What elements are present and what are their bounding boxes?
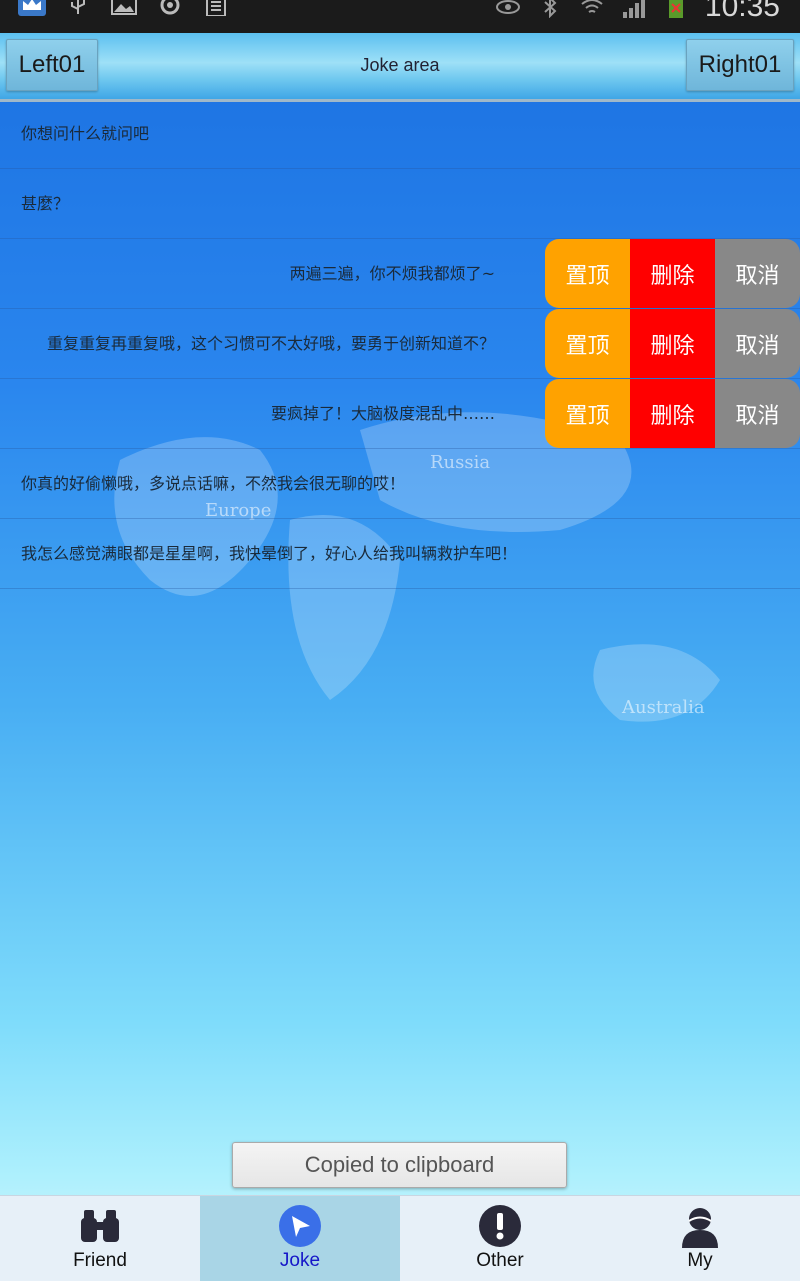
list-item-text: 重复重复再重复哦，这个习惯可不太好哦，要勇于创新知道不？ bbox=[46, 334, 495, 353]
clock: 10:35 bbox=[704, 0, 780, 23]
delete-button[interactable]: 删除 bbox=[630, 239, 715, 308]
settings-icon bbox=[160, 0, 180, 15]
tab-my[interactable]: My bbox=[600, 1196, 800, 1281]
list-item-text: 甚麼？ bbox=[21, 194, 70, 213]
usb-icon bbox=[71, 0, 85, 14]
tab-label: Other bbox=[476, 1250, 524, 1271]
delete-button[interactable]: 删除 bbox=[630, 379, 715, 448]
binoculars-icon bbox=[81, 1210, 119, 1242]
pin-button[interactable]: 置顶 bbox=[545, 239, 630, 308]
cancel-button[interactable]: 取消 bbox=[715, 239, 800, 308]
exclamation-icon bbox=[479, 1205, 521, 1247]
page-title: Joke area bbox=[360, 55, 440, 75]
list-item-swiped[interactable]: 两遍三遍，你不烦我都烦了~ 置顶 删除 取消 bbox=[0, 239, 800, 309]
signal-icon bbox=[623, 0, 645, 18]
battery-icon bbox=[669, 0, 683, 18]
list-item[interactable]: 我怎么感觉满眼都是星星啊，我快晕倒了，好心人给我叫辆救护车吧！ bbox=[0, 519, 800, 589]
cancel-button[interactable]: 取消 bbox=[715, 309, 800, 378]
row-actions: 置顶 删除 取消 bbox=[545, 309, 800, 378]
clipboard-icon bbox=[206, 0, 226, 16]
right01-button[interactable]: Right01 bbox=[686, 39, 794, 91]
header-bar: Left01 Joke area Right01 bbox=[0, 33, 800, 102]
delete-button[interactable]: 删除 bbox=[630, 309, 715, 378]
row-actions: 置顶 删除 取消 bbox=[545, 379, 800, 448]
user-icon bbox=[682, 1208, 718, 1248]
list-item-text: 你真的好偷懒哦，多说点话嘛，不然我会很无聊的哎！ bbox=[21, 474, 406, 493]
list-item-text: 我怎么感觉满眼都是星星啊，我快晕倒了，好心人给我叫辆救护车吧！ bbox=[21, 544, 518, 563]
pin-button[interactable]: 置顶 bbox=[545, 379, 630, 448]
row-actions: 置顶 删除 取消 bbox=[545, 239, 800, 308]
list-item-swiped[interactable]: 要疯掉了！大脑极度混乱中…… 置顶 删除 取消 bbox=[0, 379, 800, 449]
cancel-button[interactable]: 取消 bbox=[715, 379, 800, 448]
notification-icons bbox=[18, 0, 230, 16]
system-icons bbox=[494, 0, 690, 18]
list-item[interactable]: 你想问什么就问吧 bbox=[0, 99, 800, 169]
list-item-text: 两遍三遍，你不烦我都烦了~ bbox=[289, 264, 495, 283]
list-item[interactable]: 甚麼？ bbox=[0, 169, 800, 239]
wifi-icon bbox=[581, 0, 603, 13]
eye-icon bbox=[496, 0, 520, 14]
crown-icon bbox=[18, 0, 46, 16]
tab-other[interactable]: Other bbox=[400, 1196, 600, 1281]
list-item-text: 你想问什么就问吧 bbox=[21, 124, 150, 143]
pin-button[interactable]: 置顶 bbox=[545, 309, 630, 378]
image-icon bbox=[111, 0, 137, 15]
list-item-text: 要疯掉了！大脑极度混乱中…… bbox=[270, 404, 495, 423]
bottom-tab-bar: Friend Joke Other My bbox=[0, 1195, 800, 1281]
navigation-arrow-icon bbox=[279, 1205, 321, 1247]
map-label-australia: Australia bbox=[622, 697, 705, 718]
bluetooth-icon bbox=[544, 0, 557, 18]
tab-label: My bbox=[687, 1250, 713, 1271]
toast-message: Copied to clipboard bbox=[232, 1142, 567, 1188]
tab-joke[interactable]: Joke bbox=[200, 1196, 400, 1281]
list-item-swiped[interactable]: 重复重复再重复哦，这个习惯可不太好哦，要勇于创新知道不？ 置顶 删除 取消 bbox=[0, 309, 800, 379]
tab-label: Friend bbox=[73, 1250, 127, 1271]
status-bar: 10:35 bbox=[0, 0, 800, 33]
list-item[interactable]: 你真的好偷懒哦，多说点话嘛，不然我会很无聊的哎！ bbox=[0, 449, 800, 519]
tab-label: Joke bbox=[279, 1250, 321, 1271]
tab-friend[interactable]: Friend bbox=[0, 1196, 200, 1281]
joke-list: 你想问什么就问吧 甚麼？ 两遍三遍，你不烦我都烦了~ 置顶 删除 取消 重复重复… bbox=[0, 99, 800, 589]
